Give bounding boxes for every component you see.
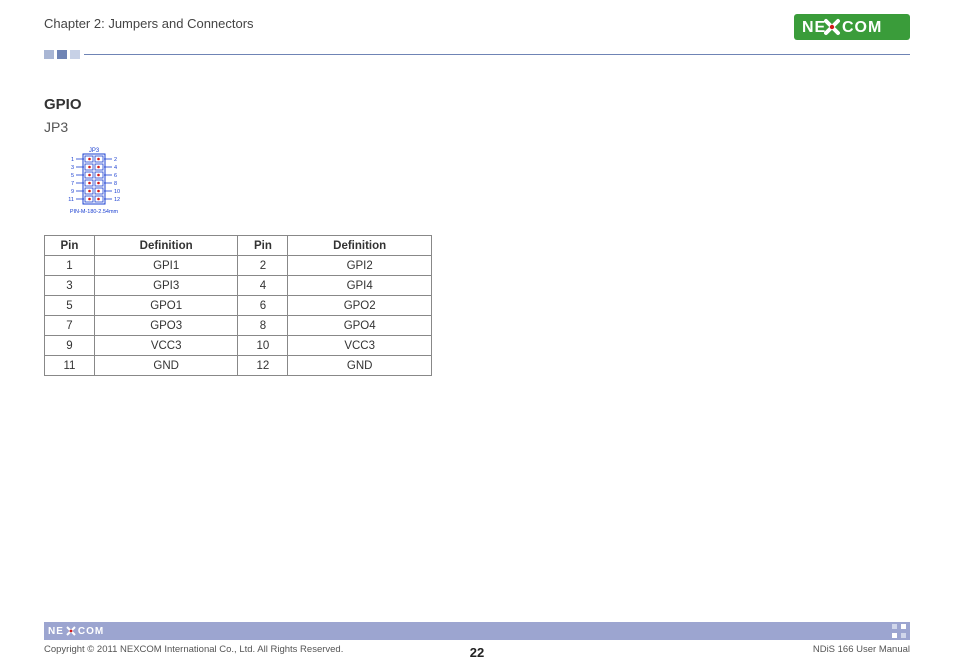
cell-pin: 1: [45, 256, 95, 276]
footer-logo-x-icon: [66, 626, 76, 636]
pin-definition-table: Pin Definition Pin Definition 1GPI12GPI2…: [44, 235, 432, 376]
diagram-outline: [83, 154, 105, 204]
pin-dot: [88, 174, 91, 177]
cell-definition: GPI1: [94, 256, 238, 276]
pin-label-left: 11: [68, 197, 74, 203]
table-row: 11GND12GND: [45, 356, 432, 376]
cell-definition: GPI4: [288, 276, 432, 296]
table-row: 5GPO16GPO2: [45, 296, 432, 316]
pin-label-right: 2: [114, 157, 117, 163]
footer-logo-text-right: COM: [78, 626, 104, 637]
pin-dot: [88, 198, 91, 201]
cell-pin: 5: [45, 296, 95, 316]
page-root: Chapter 2: Jumpers and Connectors NE COM…: [0, 0, 954, 672]
table-header-row: Pin Definition Pin Definition: [45, 236, 432, 256]
pin-dot: [97, 198, 100, 201]
pin-diagram: JP3123456789101112PIN-M-180-2.54mm: [44, 145, 144, 217]
pin-dot: [88, 158, 91, 161]
diagram-label-bottom: PIN-M-180-2.54mm: [70, 209, 119, 215]
table-row: 7GPO38GPO4: [45, 316, 432, 336]
deco-squares-icon: [44, 50, 80, 59]
pin-label-left: 3: [71, 165, 74, 171]
cell-definition: GPO3: [94, 316, 238, 336]
diagram-label-top: JP3: [89, 148, 100, 154]
th-def-1: Definition: [94, 236, 238, 256]
cell-pin: 10: [238, 336, 288, 356]
pin-dot: [88, 190, 91, 193]
header-decoration: [44, 50, 910, 66]
cell-definition: VCC3: [94, 336, 238, 356]
th-def-2: Definition: [288, 236, 432, 256]
pin-label-right: 4: [114, 165, 117, 171]
cell-definition: GPO1: [94, 296, 238, 316]
cell-pin: 3: [45, 276, 95, 296]
pin-dot: [97, 166, 100, 169]
header-rule: [84, 54, 910, 55]
pin-label-left: 5: [71, 173, 74, 179]
cell-pin: 12: [238, 356, 288, 376]
cell-pin: 6: [238, 296, 288, 316]
page-number: 22: [470, 645, 484, 660]
th-pin-1: Pin: [45, 236, 95, 256]
pin-dot: [97, 158, 100, 161]
cell-definition: VCC3: [288, 336, 432, 356]
cell-definition: GPO4: [288, 316, 432, 336]
cell-definition: GND: [94, 356, 238, 376]
section-subtitle: JP3: [44, 119, 910, 135]
pin-dot: [97, 174, 100, 177]
pin-dot: [97, 190, 100, 193]
pin-label-left: 7: [71, 181, 74, 187]
pin-dot: [88, 166, 91, 169]
cell-definition: GPI3: [94, 276, 238, 296]
cell-definition: GND: [288, 356, 432, 376]
table-row: 1GPI12GPI2: [45, 256, 432, 276]
svg-text:NE: NE: [802, 19, 826, 36]
pin-label-right: 8: [114, 181, 117, 187]
cell-definition: GPI2: [288, 256, 432, 276]
section-title: GPIO: [44, 96, 910, 113]
copyright-text: Copyright © 2011 NEXCOM International Co…: [44, 644, 343, 655]
footer-bar: NE COM: [44, 622, 910, 640]
chapter-title: Chapter 2: Jumpers and Connectors: [44, 14, 254, 31]
cell-pin: 8: [238, 316, 288, 336]
cell-pin: 11: [45, 356, 95, 376]
footer-logo: NE COM: [48, 626, 104, 637]
footer-squares-icon: [892, 624, 906, 638]
pin-dot: [97, 182, 100, 185]
page-footer: NE COM Copyright © 2011 NEXCOM Internati…: [44, 622, 910, 660]
page-header: Chapter 2: Jumpers and Connectors NE COM: [44, 14, 910, 48]
manual-reference: NDiS 166 User Manual: [813, 644, 910, 655]
cell-pin: 9: [45, 336, 95, 356]
footer-meta-row: Copyright © 2011 NEXCOM International Co…: [44, 644, 910, 660]
th-pin-2: Pin: [238, 236, 288, 256]
pin-dot: [88, 182, 91, 185]
pin-label-right: 6: [114, 173, 117, 179]
cell-pin: 7: [45, 316, 95, 336]
brand-logo: NE COM: [794, 14, 910, 40]
section-gpio: GPIO JP3 JP3123456789101112PIN-M-180-2.5…: [44, 96, 910, 376]
cell-pin: 2: [238, 256, 288, 276]
pin-label-right: 10: [114, 189, 120, 195]
svg-text:COM: COM: [842, 19, 882, 36]
table-row: 3GPI34GPI4: [45, 276, 432, 296]
cell-pin: 4: [238, 276, 288, 296]
table-row: 9VCC310VCC3: [45, 336, 432, 356]
footer-logo-text-left: NE: [48, 626, 64, 637]
pin-label-right: 12: [114, 197, 120, 203]
pin-label-left: 9: [71, 189, 74, 195]
pin-label-left: 1: [71, 157, 74, 163]
cell-definition: GPO2: [288, 296, 432, 316]
